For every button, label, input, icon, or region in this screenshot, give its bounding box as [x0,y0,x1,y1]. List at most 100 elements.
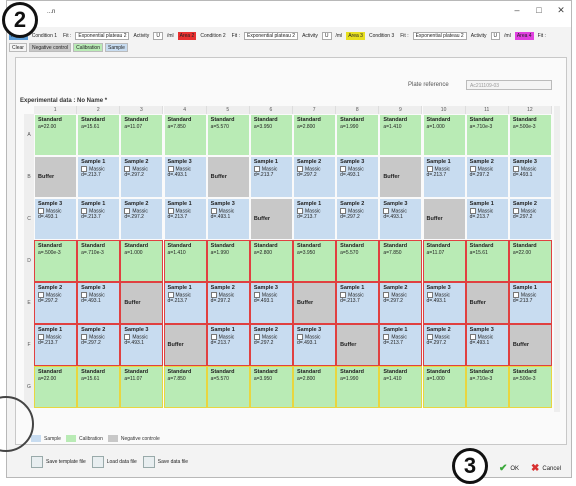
massic-checkbox[interactable] [512,292,519,298]
well-E11[interactable]: Buffer [465,282,509,324]
well-D10[interactable]: Standard a=11.07 [422,240,466,282]
massic-checkbox[interactable] [81,166,88,172]
massic-checkbox[interactable] [81,292,88,298]
well-G7[interactable]: Standard a=2.800 [293,366,337,408]
well-A5[interactable]: Standard a=5.570 [206,114,250,156]
well-F10[interactable]: Sample 2 Massic d=.297.2 [422,324,466,366]
well-C6[interactable]: Buffer [249,198,293,240]
massic-checkbox[interactable] [253,334,260,340]
well-G10[interactable]: Standard a=1.000 [422,366,466,408]
massic-checkbox[interactable] [38,292,44,298]
well-D2[interactable]: Standard a=.710e-3 [77,240,121,282]
well-F8[interactable]: Buffer [336,324,380,366]
well-C7[interactable]: Sample 1 Massic d=.213.7 [293,198,337,240]
area-2-model-select[interactable]: Exponential plateau 2 [243,31,299,40]
well-C2[interactable]: Sample 1 Massic d=.213.7 [77,198,121,240]
area-2-button[interactable]: Area 2 [177,31,197,40]
well-B1[interactable]: Buffer [34,156,78,198]
area-2-unit-select[interactable]: U [321,31,332,40]
well-A10[interactable]: Standard a=1.000 [422,114,466,156]
well-D8[interactable]: Standard a=5.570 [336,240,380,282]
well-F2[interactable]: Sample 2 Massic d=.297.2 [77,324,121,366]
area-3-model-select[interactable]: Exponential plateau 2 [412,31,467,40]
well-F1[interactable]: Sample 1 Massic d=.213.7 [34,324,78,366]
well-D4[interactable]: Standard a=1.410 [163,240,207,282]
well-C5[interactable]: Sample 3 Massic d=.493.1 [206,198,250,240]
well-A1[interactable]: Standard a=22.00 [34,114,78,156]
well-D12[interactable]: Standard a=22.00 [508,240,552,282]
well-A4[interactable]: Standard a=7.850 [163,114,207,156]
area-1-model-select[interactable]: Exponential plateau 2 [75,31,130,40]
well-F9[interactable]: Sample 1 Massic d=.213.7 [379,324,423,366]
massic-checkbox[interactable] [210,334,217,340]
massic-checkbox[interactable] [426,166,433,172]
well-G4[interactable]: Standard a=7.850 [163,366,207,408]
well-B10[interactable]: Sample 1 Massic d=.213.7 [422,156,466,198]
tag-clear-button[interactable]: Clear [9,43,27,52]
area-1-unit-select[interactable]: U [153,31,163,40]
well-A9[interactable]: Standard a=1.410 [379,114,423,156]
massic-checkbox[interactable] [81,334,88,340]
well-D11[interactable]: Standard a=15.61 [465,240,509,282]
load-data-button[interactable]: Load data file [91,456,137,468]
well-D6[interactable]: Standard a=2.800 [249,240,293,282]
cancel-button[interactable]: ✖ Cancel [531,463,561,474]
well-F6[interactable]: Sample 2 Massic d=.297.2 [249,324,293,366]
massic-checkbox[interactable] [340,292,347,298]
massic-checkbox[interactable] [426,292,433,298]
well-B3[interactable]: Sample 2 Massic d=.297.2 [120,156,164,198]
well-D5[interactable]: Standard a=1.990 [206,240,250,282]
well-E4[interactable]: Sample 1 Massic d=.213.7 [163,282,207,324]
ok-button[interactable]: ✔ OK [499,463,519,474]
massic-checkbox[interactable] [253,166,260,172]
well-B11[interactable]: Sample 2 Massic d=.297.2 [465,156,509,198]
massic-checkbox[interactable] [38,334,44,340]
well-A6[interactable]: Standard a=3.950 [249,114,293,156]
well-G6[interactable]: Standard a=3.950 [249,366,293,408]
well-C3[interactable]: Sample 2 Massic d=.297.2 [120,198,164,240]
well-C4[interactable]: Sample 1 Massic d=.213.7 [163,198,207,240]
well-A7[interactable]: Standard a=2.800 [293,114,337,156]
well-A2[interactable]: Standard a=15.61 [77,114,121,156]
massic-checkbox[interactable] [512,208,519,214]
well-G1[interactable]: Standard a=22.00 [34,366,78,408]
area-3-unit-select[interactable]: U [490,31,501,40]
massic-checkbox[interactable] [512,166,519,172]
tag-sample-button[interactable]: Sample [105,43,128,52]
close-icon[interactable]: ✕ [551,5,571,16]
well-E1[interactable]: Sample 2 Massic d=.297.2 [34,282,78,324]
massic-checkbox[interactable] [383,208,390,214]
massic-checkbox[interactable] [383,334,390,340]
massic-checkbox[interactable] [469,334,476,340]
well-G12[interactable]: Standard a=.500e-3 [508,366,552,408]
well-E9[interactable]: Sample 2 Massic d=.297.2 [379,282,423,324]
massic-checkbox[interactable] [426,334,433,340]
well-E7[interactable]: Buffer [293,282,337,324]
massic-checkbox[interactable] [297,208,303,214]
area-3-button[interactable]: Area 3 [346,31,365,40]
well-B4[interactable]: Sample 3 Massic d=.493.1 [163,156,207,198]
well-F11[interactable]: Sample 3 Massic d=.493.1 [465,324,509,366]
well-F4[interactable]: Buffer [163,324,207,366]
well-B9[interactable]: Buffer [379,156,423,198]
well-A3[interactable]: Standard a=11.07 [120,114,164,156]
well-D3[interactable]: Standard a=1.000 [120,240,164,282]
massic-checkbox[interactable] [124,208,131,214]
massic-checkbox[interactable] [340,166,347,172]
vertical-scrollbar[interactable] [554,106,560,412]
well-E5[interactable]: Sample 2 Massic d=.297.2 [206,282,250,324]
well-E8[interactable]: Sample 1 Massic d=.213.7 [336,282,380,324]
well-F7[interactable]: Sample 3 Massic d=.493.1 [293,324,337,366]
save-template-button[interactable]: Save template file [31,456,86,468]
well-C12[interactable]: Sample 2 Massic d=.297.2 [508,198,552,240]
well-B6[interactable]: Sample 1 Massic d=.213.7 [249,156,293,198]
well-C1[interactable]: Sample 3 Massic d=.493.1 [34,198,78,240]
well-G11[interactable]: Standard a=.710e-3 [465,366,509,408]
massic-checkbox[interactable] [340,208,347,214]
massic-checkbox[interactable] [167,208,174,214]
well-E6[interactable]: Sample 3 Massic d=.493.1 [249,282,293,324]
well-E3[interactable]: Buffer [120,282,164,324]
maximize-icon[interactable]: □ [529,5,549,15]
save-data-button[interactable]: Save data file [142,456,188,468]
well-A8[interactable]: Standard a=1.990 [336,114,380,156]
